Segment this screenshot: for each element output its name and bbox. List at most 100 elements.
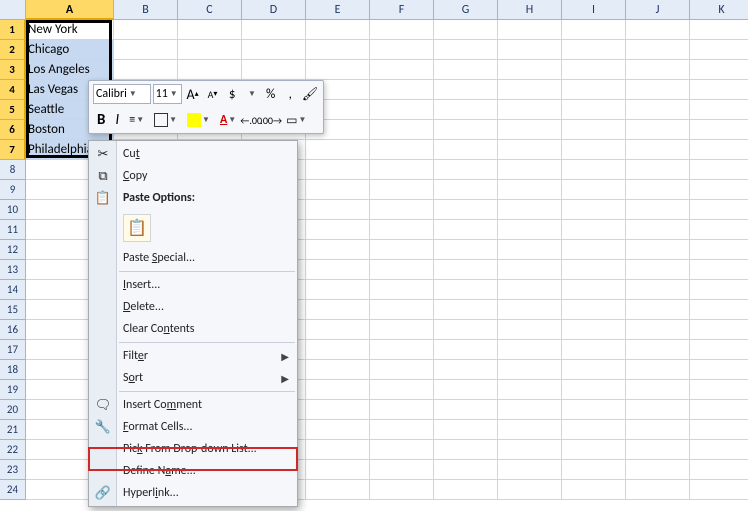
cell-J6[interactable] [626, 120, 690, 140]
cell-K23[interactable] [690, 460, 748, 480]
row-header-24[interactable]: 24 [0, 480, 26, 500]
cell-C1[interactable] [178, 20, 242, 40]
cell-G6[interactable] [434, 120, 498, 140]
cell-H3[interactable] [498, 60, 562, 80]
cell-H11[interactable] [498, 220, 562, 240]
cell-F18[interactable] [370, 360, 434, 380]
column-header-E[interactable]: E [306, 0, 370, 20]
cell-H12[interactable] [498, 240, 562, 260]
cell-H23[interactable] [498, 460, 562, 480]
cell-H8[interactable] [498, 160, 562, 180]
cell-F9[interactable] [370, 180, 434, 200]
italic-button[interactable]: I [111, 110, 123, 130]
select-all-corner[interactable] [0, 0, 26, 20]
cell-I22[interactable] [562, 440, 626, 460]
cell-G12[interactable] [434, 240, 498, 260]
ctx-pick-from-list[interactable]: Pick From Drop-down List... [89, 438, 297, 460]
cell-I15[interactable] [562, 300, 626, 320]
cell-D2[interactable] [242, 40, 306, 60]
cell-K8[interactable] [690, 160, 748, 180]
cell-F5[interactable] [370, 100, 434, 120]
row-header-18[interactable]: 18 [0, 360, 26, 380]
cell-K21[interactable] [690, 420, 748, 440]
merge-button[interactable]: ▭▼ [282, 110, 310, 130]
column-header-I[interactable]: I [562, 0, 626, 20]
cell-J13[interactable] [626, 260, 690, 280]
cell-I5[interactable] [562, 100, 626, 120]
cell-E13[interactable] [306, 260, 370, 280]
cell-I10[interactable] [562, 200, 626, 220]
cell-E21[interactable] [306, 420, 370, 440]
cell-J20[interactable] [626, 400, 690, 420]
cell-J14[interactable] [626, 280, 690, 300]
cell-H15[interactable] [498, 300, 562, 320]
cell-J1[interactable] [626, 20, 690, 40]
cell-E17[interactable] [306, 340, 370, 360]
row-header-11[interactable]: 11 [0, 220, 26, 240]
row-header-16[interactable]: 16 [0, 320, 26, 340]
row-header-14[interactable]: 14 [0, 280, 26, 300]
cell-F22[interactable] [370, 440, 434, 460]
cell-I19[interactable] [562, 380, 626, 400]
cell-K9[interactable] [690, 180, 748, 200]
cell-I11[interactable] [562, 220, 626, 240]
cell-H5[interactable] [498, 100, 562, 120]
cell-I23[interactable] [562, 460, 626, 480]
column-header-D[interactable]: D [242, 0, 306, 20]
cell-E10[interactable] [306, 200, 370, 220]
cell-A2[interactable]: Chicago [26, 40, 114, 60]
border-button[interactable]: ▼ [150, 110, 181, 130]
bold-button[interactable]: B [93, 110, 109, 130]
column-header-C[interactable]: C [178, 0, 242, 20]
cell-G22[interactable] [434, 440, 498, 460]
grow-font-button[interactable]: A▴ [184, 84, 202, 104]
cell-J17[interactable] [626, 340, 690, 360]
cell-F13[interactable] [370, 260, 434, 280]
cell-E15[interactable] [306, 300, 370, 320]
row-header-23[interactable]: 23 [0, 460, 26, 480]
cell-J23[interactable] [626, 460, 690, 480]
ctx-paste-special[interactable]: Paste Special... [89, 247, 297, 269]
center-align-button[interactable]: ≡▼ [125, 110, 148, 130]
row-header-5[interactable]: 5 [0, 100, 26, 120]
cell-G4[interactable] [434, 80, 498, 100]
percent-format-button[interactable]: % [262, 84, 280, 104]
cell-A3[interactable]: Los Angeles [26, 60, 114, 80]
cell-H14[interactable] [498, 280, 562, 300]
cell-K3[interactable] [690, 60, 748, 80]
cell-B1[interactable] [114, 20, 178, 40]
cell-K14[interactable] [690, 280, 748, 300]
column-header-B[interactable]: B [114, 0, 178, 20]
cell-D1[interactable] [242, 20, 306, 40]
cell-H17[interactable] [498, 340, 562, 360]
cell-E8[interactable] [306, 160, 370, 180]
cell-G20[interactable] [434, 400, 498, 420]
cell-K13[interactable] [690, 260, 748, 280]
cell-F14[interactable] [370, 280, 434, 300]
cell-E9[interactable] [306, 180, 370, 200]
cell-H4[interactable] [498, 80, 562, 100]
cell-G16[interactable] [434, 320, 498, 340]
cell-J12[interactable] [626, 240, 690, 260]
cell-G19[interactable] [434, 380, 498, 400]
ctx-sort[interactable]: Sort ▶ [89, 367, 297, 389]
cell-F2[interactable] [370, 40, 434, 60]
cell-F19[interactable] [370, 380, 434, 400]
cell-I2[interactable] [562, 40, 626, 60]
cell-E7[interactable] [306, 140, 370, 160]
row-header-1[interactable]: 1 [0, 20, 26, 40]
cell-G2[interactable] [434, 40, 498, 60]
cell-G17[interactable] [434, 340, 498, 360]
paste-default-button[interactable]: 📋 [123, 214, 151, 242]
ctx-copy[interactable]: ⧉ Copy [89, 165, 297, 187]
cell-K15[interactable] [690, 300, 748, 320]
cell-H1[interactable] [498, 20, 562, 40]
cell-B3[interactable] [114, 60, 178, 80]
column-header-K[interactable]: K [690, 0, 748, 20]
cell-I1[interactable] [562, 20, 626, 40]
cell-E18[interactable] [306, 360, 370, 380]
cell-H22[interactable] [498, 440, 562, 460]
cell-K10[interactable] [690, 200, 748, 220]
accounting-format-button[interactable]: $ [223, 84, 241, 104]
cell-K18[interactable] [690, 360, 748, 380]
